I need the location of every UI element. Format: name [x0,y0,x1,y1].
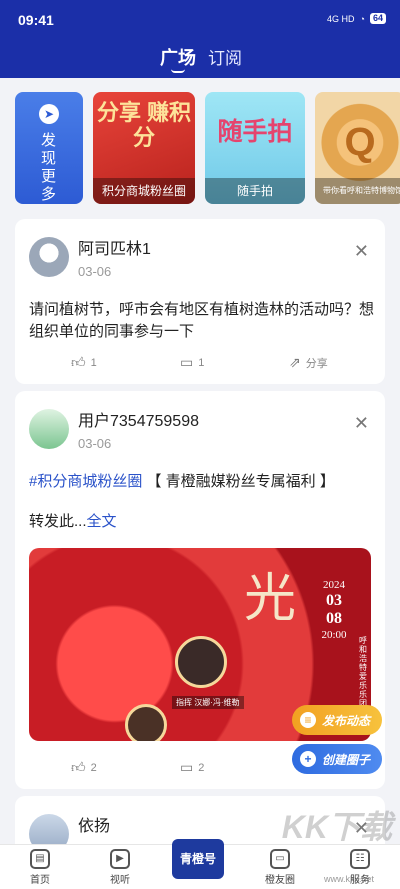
banner-year: 2024 [323,579,345,591]
repost-line: 转发此...全文 [29,510,117,531]
tab-square[interactable]: 广场 [160,44,196,70]
performer-portrait [125,704,167,741]
publish-post-button[interactable]: ≡ 发布动态 [291,705,382,735]
edit-icon: ≡ [299,712,316,728]
post-card[interactable]: 阿司匹林1 03-06 ✕ 请问植树节，呼市会有地区有植树造林的活动吗？想组织单… [15,219,385,384]
play-icon: ▶ [110,849,130,869]
banner-conductor-name: 指挥 汉娜·冯·维勒 [172,696,244,709]
banner-time: 20:00 [321,629,347,641]
top-bar: 09:41 4G HD ◔ 64 广场 订阅 [0,0,400,78]
wifi-icon: ◔ [359,13,365,24]
service-icon: ☷ [350,849,370,869]
like-button[interactable]: 👍︎ 2 [71,759,97,776]
create-circle-button[interactable]: + 创建圈子 [291,744,382,774]
comment-button[interactable]: ▭ 2 [180,759,204,776]
chat-icon: ▭ [270,849,290,869]
avatar[interactable] [29,409,69,449]
card-art: 分享 赚积分 [96,100,192,150]
topic-card-points-mall[interactable]: 分享 赚积分 积分商城粉丝圈 [93,92,195,204]
post-actions: 👍︎ 1 ▭ 1 ⇗ 分享 [15,354,385,372]
banner-title-char: 光 [244,571,297,628]
comment-count: 1 [198,356,205,369]
status-icons: 4G HD ◔ 64 [327,13,386,24]
card-caption: 带你看呼和浩特博物馆 [315,178,400,204]
full-text-link[interactable]: 全文 [87,513,117,530]
post-username[interactable]: 依扬 [78,812,110,836]
status-time: 09:41 [18,12,54,28]
watermark-logo: KK下载 [281,809,392,845]
post-date: 03-06 [78,264,112,279]
nav-label: 首页 [30,875,50,886]
banner-month: 03 [326,592,342,609]
topic-hashtag-link[interactable]: #积分商城粉丝圈 [29,473,142,490]
like-count: 1 [90,356,97,369]
publish-label: 发布动态 [321,713,370,728]
comment-button[interactable]: ▭ 1 [180,354,204,371]
avatar[interactable] [29,237,69,277]
card-caption: 随手拍 [205,178,305,204]
topic-title: 【 青橙融媒粉丝专属福利 】 [146,473,335,490]
thumb-up-icon: 👍︎ [71,354,86,370]
post-topic-line: #积分商城粉丝圈 【 青橙融媒粉丝专属福利 】 [29,471,335,493]
card-art: 随手拍 [217,118,293,146]
like-button[interactable]: 👍︎ 1 [71,354,97,371]
like-count: 2 [90,761,97,774]
plus-icon: + [299,751,316,767]
share-icon: ⇗ [289,354,301,370]
share-label: 分享 [305,357,328,370]
discover-more-button[interactable]: ➤ 发现更多 [15,92,83,204]
compass-icon: ➤ [39,104,59,124]
thumb-up-icon: 👍︎ [71,759,86,775]
create-circle-label: 创建圈子 [321,752,370,767]
nav-label: 橙友圈 [265,875,295,886]
tab-subscribe[interactable]: 订阅 [208,44,242,69]
nav-item-media[interactable]: ▶ 视听 [92,849,148,886]
topic-strip: ➤ 发现更多 分享 赚积分 积分商城粉丝圈 随手拍 随手拍 Q 带你看呼和浩特博… [0,92,400,206]
close-icon[interactable]: ✕ [354,241,369,262]
banner-date: 2024 03 08 20:00 [319,578,349,642]
topic-card-snapshot[interactable]: 随手拍 随手拍 [205,92,305,204]
discover-more-label: 发现更多 [41,132,57,203]
comment-icon: ▭ [180,354,194,370]
post-text: 请问植树节，呼市会有地区有植树造林的活动吗？想组织单位的同事参与一下 [29,301,375,340]
banner-day: 08 [326,610,342,627]
signal-icon: 4G HD [327,13,355,24]
close-icon[interactable]: ✕ [354,413,369,434]
status-bar: 09:41 4G HD ◔ 64 [0,0,400,38]
home-icon: ▤ [30,849,50,869]
nav-item-home[interactable]: ▤ 首页 [12,849,68,886]
nav-item-qingcheng[interactable]: 青橙号 [172,839,224,879]
conductor-portrait [175,636,227,688]
watermark-url: www.kkx.net [323,874,374,884]
nav-item-friends[interactable]: ▭ 橙友圈 [252,849,308,886]
card-art: Q [344,120,376,164]
repost-text: 转发此... [29,513,87,530]
battery-icon: 64 [369,13,386,24]
share-button[interactable]: ⇗ 分享 [289,354,328,371]
post-date: 03-06 [78,436,112,451]
nav-label: 视听 [110,875,130,886]
post-username[interactable]: 阿司匹林1 [78,235,151,259]
post-username[interactable]: 用户7354759598 [78,407,199,431]
comment-icon: ▭ [180,759,194,775]
header-tabs: 广场 订阅 [0,42,400,73]
topic-card-museum[interactable]: Q 带你看呼和浩特博物馆 [315,92,400,204]
tab-indicator [171,69,185,73]
comment-count: 2 [198,761,205,774]
banner-vertical-text: 呼和浩特爱乐乐团 [359,636,367,708]
card-caption: 积分商城粉丝圈 [93,178,195,204]
